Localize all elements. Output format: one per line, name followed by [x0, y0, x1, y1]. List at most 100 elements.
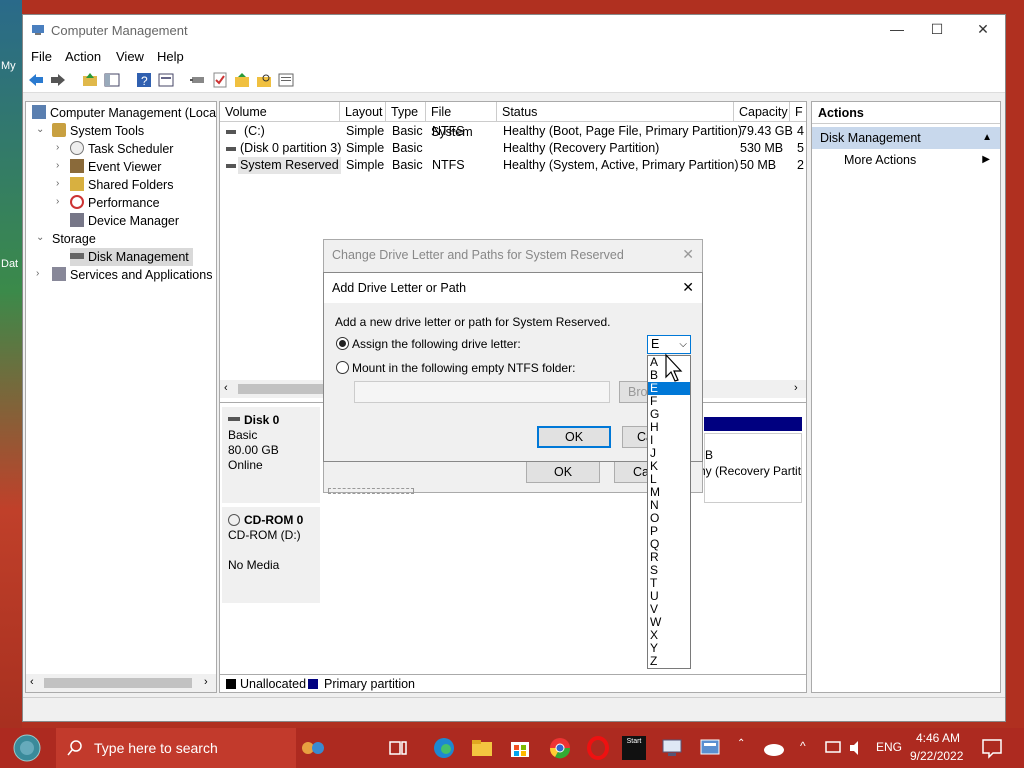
minimize-button[interactable]: —	[887, 21, 907, 39]
chevron-down-icon[interactable]: ⌄	[36, 232, 46, 243]
actions-disk-management[interactable]: Disk Management ▲	[812, 127, 1000, 149]
scrollbar-thumb[interactable]	[44, 678, 192, 688]
search-box[interactable]: Type here to search	[56, 728, 296, 768]
tree-horizontal-scrollbar[interactable]: ‹ ›	[26, 674, 216, 692]
help-icon[interactable]: ?	[135, 71, 153, 89]
tree-item-device-manager[interactable]: Device Manager	[70, 212, 179, 230]
chevron-right-icon[interactable]: ›	[56, 142, 66, 153]
export-icon[interactable]	[233, 71, 251, 89]
weather-cloud-icon[interactable]	[762, 736, 786, 760]
tree-item-disk-management[interactable]: Disk Management	[70, 248, 193, 266]
ok-button[interactable]: OK	[537, 426, 611, 448]
back-arrow-icon[interactable]	[27, 71, 45, 89]
chevron-right-icon[interactable]: ›	[56, 160, 66, 171]
tree-label: Disk Management	[88, 250, 189, 264]
list-icon[interactable]	[277, 71, 295, 89]
chevron-down-icon[interactable]: ⌵	[679, 336, 687, 353]
tree-item-computer-management[interactable]: Computer Management (Local	[32, 104, 216, 122]
close-icon[interactable]: ✕	[682, 279, 694, 296]
navigation-tree: Computer Management (Local ⌄ System Tool…	[25, 101, 217, 693]
option-letter[interactable]: H	[648, 421, 690, 434]
chevron-right-icon[interactable]: ›	[56, 196, 66, 207]
tree-item-shared-folders[interactable]: Shared Folders	[70, 176, 173, 194]
news-widget-icon[interactable]	[300, 736, 324, 760]
chrome-icon[interactable]	[548, 736, 572, 760]
browse-button[interactable]: Bro	[619, 381, 649, 403]
assign-letter-label[interactable]: Assign the following drive letter:	[352, 337, 521, 351]
properties-icon[interactable]	[157, 71, 175, 89]
chevron-up-icon[interactable]: ⌃	[737, 738, 745, 749]
cdrom-0-label[interactable]: CD-ROM 0 CD-ROM (D:) No Media	[222, 507, 320, 603]
scroll-right-icon[interactable]: ›	[204, 676, 208, 688]
notification-chevron-icon[interactable]: ^	[800, 739, 806, 753]
column-header-free[interactable]: F	[790, 102, 806, 122]
column-header-capacity[interactable]: Capacity	[734, 102, 790, 122]
tree-item-storage[interactable]: Storage	[52, 230, 96, 248]
remote-desktop-icon[interactable]	[660, 736, 684, 760]
menu-help[interactable]: Help	[157, 49, 184, 64]
dialog-title-bar[interactable]: Add Drive Letter or Path ✕	[324, 273, 702, 303]
disk-0-state: Online	[228, 458, 263, 472]
tree-item-services-applications[interactable]: Services and Applications	[52, 266, 212, 284]
scrollbar-thumb[interactable]	[238, 384, 328, 394]
connect-icon[interactable]	[189, 71, 207, 89]
edge-browser-icon[interactable]	[432, 736, 456, 760]
desktop-icon-label[interactable]: My	[1, 60, 16, 72]
store-icon[interactable]	[508, 736, 532, 760]
menu-view[interactable]: View	[116, 49, 144, 64]
cell-status: Healthy (Recovery Partition)	[503, 141, 660, 155]
network-icon[interactable]	[824, 736, 842, 760]
cancel-button[interactable]: Ca	[622, 426, 648, 448]
column-header-file-system[interactable]: File System	[426, 102, 497, 139]
clock-date[interactable]: 9/22/2022	[910, 749, 963, 763]
option-letter[interactable]: Z	[648, 655, 690, 668]
drive-letter-select[interactable]: E ⌵	[647, 335, 691, 354]
assign-letter-radio[interactable]	[336, 337, 349, 350]
column-header-status[interactable]: Status	[497, 102, 734, 122]
forward-arrow-icon[interactable]	[49, 71, 67, 89]
selected-letter: E	[651, 337, 660, 351]
close-button[interactable]: ✕	[973, 21, 993, 39]
column-header-volume[interactable]: Volume	[220, 102, 340, 122]
start-app-icon[interactable]: Start	[622, 736, 646, 760]
notification-icon[interactable]	[980, 736, 1004, 760]
tree-item-system-tools[interactable]: System Tools	[52, 122, 144, 140]
maximize-button[interactable]: ☐	[927, 21, 947, 39]
disk-0-label[interactable]: Disk 0 Basic 80.00 GB Online	[222, 407, 320, 503]
tree-item-performance[interactable]: Performance	[70, 194, 160, 212]
opera-icon[interactable]	[586, 736, 610, 760]
language-indicator[interactable]: ENG	[876, 740, 902, 754]
scroll-left-icon[interactable]: ‹	[224, 382, 228, 394]
check-icon[interactable]	[211, 71, 229, 89]
scroll-left-icon[interactable]: ‹	[30, 676, 34, 688]
start-orb-icon[interactable]	[12, 733, 42, 763]
scroll-right-icon[interactable]: ›	[794, 382, 798, 394]
menu-action[interactable]: Action	[65, 49, 101, 64]
desktop-icon-label[interactable]: Dat	[1, 258, 18, 270]
search-icon[interactable]	[255, 71, 273, 89]
title-bar[interactable]: Computer Management — ☐ ✕	[23, 15, 1005, 45]
mount-folder-label[interactable]: Mount in the following empty NTFS folder…	[352, 361, 575, 375]
mount-folder-radio[interactable]	[336, 361, 349, 374]
menu-file[interactable]: File	[31, 49, 52, 64]
file-explorer-icon[interactable]	[470, 736, 494, 760]
computer-management-taskbar-icon[interactable]	[698, 736, 722, 760]
chevron-right-icon[interactable]: ›	[56, 178, 66, 189]
show-tree-icon[interactable]	[103, 71, 121, 89]
task-view-icon[interactable]	[386, 736, 410, 760]
recovery-partition-block[interactable]: B hy (Recovery Partit	[699, 433, 802, 503]
ok-button[interactable]: OK	[526, 461, 600, 483]
clock-time[interactable]: 4:46 AM	[916, 731, 960, 745]
collapse-up-icon[interactable]: ▲	[982, 127, 992, 149]
tree-item-event-viewer[interactable]: Event Viewer	[70, 158, 161, 176]
chevron-right-icon[interactable]: ›	[36, 268, 46, 279]
tree-item-task-scheduler[interactable]: Task Scheduler	[70, 140, 173, 158]
chevron-down-icon[interactable]: ⌄	[36, 124, 46, 135]
column-header-type[interactable]: Type	[386, 102, 426, 122]
up-folder-icon[interactable]	[81, 71, 99, 89]
folder-path-input[interactable]	[354, 381, 610, 403]
volume-icon[interactable]	[848, 736, 866, 760]
more-actions-item[interactable]: More Actions ▶	[812, 149, 1000, 171]
column-header-layout[interactable]: Layout	[340, 102, 386, 122]
close-icon[interactable]: ✕	[682, 246, 694, 263]
